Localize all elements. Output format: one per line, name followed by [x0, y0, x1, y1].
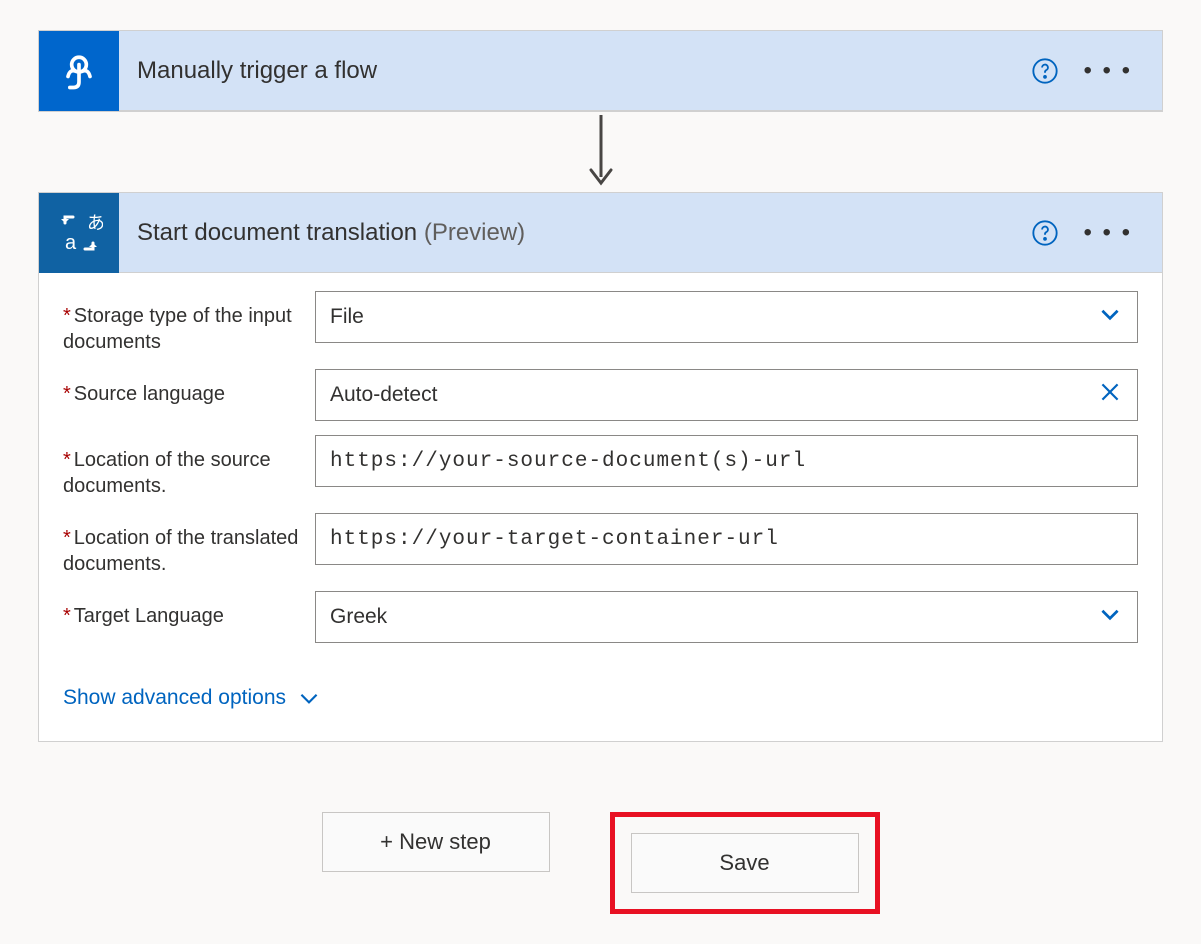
connector-arrow — [38, 112, 1163, 192]
more-icon[interactable]: • • • — [1083, 57, 1132, 85]
label-target-lang: *Target Language — [63, 591, 315, 629]
new-step-label: + New step — [380, 829, 491, 855]
translation-icon: あ a — [39, 193, 119, 273]
save-highlight-box: Save — [610, 812, 880, 914]
clear-icon[interactable] — [1097, 379, 1123, 411]
svg-text:a: a — [65, 232, 77, 254]
target-lang-select[interactable]: Greek — [315, 591, 1138, 643]
chevron-down-icon — [1097, 301, 1123, 333]
trigger-title: Manually trigger a flow — [119, 57, 1031, 85]
source-lang-value: Auto-detect — [330, 383, 1097, 407]
target-loc-value: https://your-target-container-url — [330, 528, 1123, 551]
more-icon[interactable]: • • • — [1083, 219, 1132, 247]
preview-label: (Preview) — [424, 219, 525, 246]
svg-text:あ: あ — [87, 213, 103, 233]
chevron-down-icon — [1097, 601, 1123, 633]
help-icon[interactable] — [1031, 57, 1059, 85]
save-button[interactable]: Save — [631, 833, 859, 893]
label-source-loc: *Location of the source documents. — [63, 435, 315, 499]
action-card: あ a Start document translation (Preview)… — [38, 192, 1163, 742]
action-title: Start document translation (Preview) — [119, 219, 1031, 247]
advanced-link-label: Show advanced options — [63, 686, 286, 710]
source-loc-input[interactable]: https://your-source-document(s)-url — [315, 435, 1138, 487]
source-loc-value: https://your-source-document(s)-url — [330, 450, 1123, 473]
label-target-loc: *Location of the translated documents. — [63, 513, 315, 577]
trigger-icon — [39, 31, 119, 111]
storage-type-value: File — [330, 305, 1097, 329]
show-advanced-link[interactable]: Show advanced options — [63, 685, 322, 711]
label-storage-type: *Storage type of the input documents — [63, 291, 315, 355]
action-title-text: Start document translation — [137, 219, 417, 246]
source-lang-select[interactable]: Auto-detect — [315, 369, 1138, 421]
new-step-button[interactable]: + New step — [322, 812, 550, 872]
label-source-lang: *Source language — [63, 369, 315, 407]
help-icon[interactable] — [1031, 219, 1059, 247]
target-loc-input[interactable]: https://your-target-container-url — [315, 513, 1138, 565]
save-label: Save — [719, 850, 769, 876]
storage-type-select[interactable]: File — [315, 291, 1138, 343]
trigger-card: Manually trigger a flow • • • — [38, 30, 1163, 112]
target-lang-value: Greek — [330, 605, 1097, 629]
